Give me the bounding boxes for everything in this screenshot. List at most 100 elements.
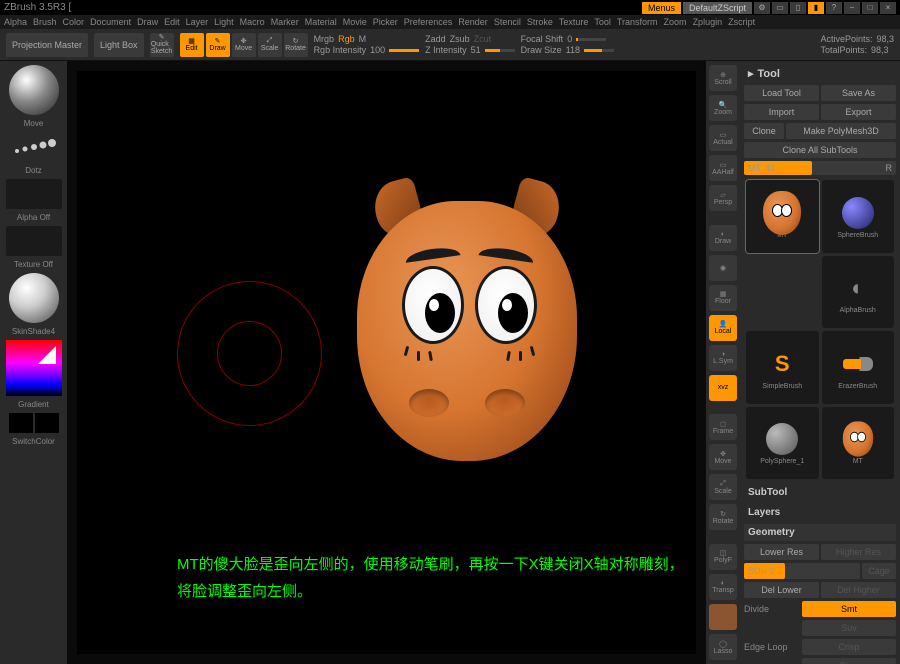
focal-shift-value[interactable]: 0 — [567, 34, 572, 44]
menu-light[interactable]: Light — [214, 17, 234, 27]
close-icon[interactable]: × — [880, 2, 896, 14]
edge-loop-button[interactable]: Edge Loop — [744, 642, 800, 652]
layout-a-icon[interactable]: ▭ — [772, 2, 788, 14]
tool-slider[interactable]: MT. 49 R — [744, 161, 896, 175]
texture-slot[interactable] — [6, 226, 62, 256]
persp-button[interactable]: ▱Persp — [709, 185, 737, 211]
menu-tool[interactable]: Tool — [594, 17, 611, 27]
scale-cam-button[interactable]: ⤢Scale — [709, 474, 737, 500]
zadd-toggle[interactable]: Zadd — [425, 34, 446, 44]
prefs-icon[interactable]: ⚙ — [754, 2, 770, 14]
sdiv-slider[interactable]: SDiv 2 — [744, 563, 860, 579]
scroll-button[interactable]: ⊕Scroll — [709, 65, 737, 91]
menu-zplugin[interactable]: Zplugin — [693, 17, 723, 27]
tool-thumb-spherebrush[interactable]: SphereBrush — [822, 180, 895, 253]
rotate-button[interactable]: ↻Rotate — [284, 33, 308, 57]
model-viewport[interactable] — [337, 161, 597, 461]
menu-edit[interactable]: Edit — [164, 17, 180, 27]
menu-stencil[interactable]: Stencil — [494, 17, 521, 27]
mrgb-toggle[interactable]: Mrgb — [314, 34, 335, 44]
zcut-toggle[interactable]: Zcut — [474, 34, 492, 44]
default-script[interactable]: DefaultZScript — [683, 2, 752, 14]
focal-shift-slider[interactable] — [576, 38, 606, 41]
tool-thum︀b-alphabrush[interactable]: ◐AlphaBrush — [822, 256, 895, 329]
suv-toggle[interactable]: Suv — [802, 620, 896, 636]
subtool-section[interactable]: SubTool — [744, 484, 896, 501]
draw-size-value[interactable]: 118 — [566, 45, 580, 55]
crisp-toggle[interactable]: Crisp — [802, 639, 896, 655]
polyf-button[interactable]: ◫PolyF — [709, 544, 737, 570]
tool-thumb-simplebrush[interactable]: SSimpleBrush — [746, 331, 819, 404]
rotate-cam-button[interactable]: ↻Rotate — [709, 504, 737, 530]
menus-toggle[interactable]: Menus — [642, 2, 681, 14]
tool-panel-header[interactable]: ▸ Tool — [744, 65, 896, 82]
clone-all-subtools-button[interactable]: Clone All SubTools — [744, 142, 896, 158]
export-button[interactable]: Export — [821, 104, 896, 120]
switch-color-button[interactable]: SwitchColor — [12, 437, 55, 446]
scale-button[interactable]: ⤢Scale — [258, 33, 282, 57]
edit-button[interactable]: ▦Edit — [180, 33, 204, 57]
menu-color[interactable]: Color — [63, 17, 85, 27]
menu-draw[interactable]: Draw — [137, 17, 158, 27]
transp-button[interactable]: ◐Transp — [709, 574, 737, 600]
m-toggle[interactable]: M — [359, 34, 367, 44]
floor-button[interactable]: ▦Floor — [709, 285, 737, 311]
higher-res-button[interactable]: Higher Res — [821, 544, 896, 560]
menu-alpha[interactable]: Alpha — [4, 17, 27, 27]
color-swatches[interactable] — [9, 413, 59, 433]
rgb-toggle[interactable]: Rgb — [338, 34, 355, 44]
gradient-label[interactable]: Gradient — [18, 400, 49, 409]
z-intensity-slider[interactable] — [485, 49, 515, 52]
frame-button[interactable]: ◻Frame — [709, 414, 737, 440]
draw-button[interactable]: ✎Draw — [206, 33, 230, 57]
smt-toggle[interactable]: Smt — [802, 601, 896, 617]
menu-texture[interactable]: Texture — [559, 17, 589, 27]
rgb-intensity-value[interactable]: 100 — [370, 45, 385, 55]
menu-zoom[interactable]: Zoom — [664, 17, 687, 27]
menu-picker[interactable]: Picker — [373, 17, 398, 27]
save-as-button[interactable]: Save As — [821, 85, 896, 101]
lightbox-button[interactable]: Light Box — [94, 33, 144, 57]
menu-preferences[interactable]: Preferences — [404, 17, 453, 27]
maximize-icon[interactable]: □ — [862, 2, 878, 14]
menu-stroke[interactable]: Stroke — [527, 17, 553, 27]
tool-thumb-mt2[interactable]: MT — [822, 407, 895, 480]
actual-button[interactable]: ▭Actual — [709, 125, 737, 151]
clone-button[interactable]: Clone — [744, 123, 784, 139]
zoom-button[interactable]: 🔍Zoom — [709, 95, 737, 121]
disp-toggle[interactable]: Disp — [802, 658, 896, 664]
material-side-button[interactable] — [709, 604, 737, 630]
int-button[interactable]: ◉ — [709, 255, 737, 281]
aahalf-button[interactable]: ▭AAHalf — [709, 155, 737, 181]
canvas[interactable]: MT的傻大脸是歪向左侧的，使用移动笔刷，再按一下X键关闭X轴对称雕刻， 将脸调整… — [67, 61, 706, 664]
alpha-slot[interactable] — [6, 179, 62, 209]
menu-layer[interactable]: Layer — [186, 17, 209, 27]
projection-master-button[interactable]: Projection Master — [6, 33, 88, 57]
geometry-section[interactable]: Geometry — [744, 524, 896, 541]
lasso-button[interactable]: ◯Lasso — [709, 634, 737, 660]
minimize-icon[interactable]: − — [844, 2, 860, 14]
draw-size-slider[interactable] — [584, 49, 614, 52]
cage-button[interactable]: Cage — [862, 563, 896, 579]
help-icon[interactable]: ? — [826, 2, 842, 14]
z-intensity-value[interactable]: 51 — [471, 45, 481, 55]
material-preview-sphere[interactable] — [9, 273, 59, 323]
menu-zscript[interactable]: Zscript — [728, 17, 755, 27]
menu-brush[interactable]: Brush — [33, 17, 57, 27]
color-picker[interactable] — [6, 340, 62, 396]
menu-marker[interactable]: Marker — [271, 17, 299, 27]
import-button[interactable]: Import — [744, 104, 819, 120]
tool-thumb-mt[interactable]: MT — [746, 180, 819, 253]
local-button[interactable]: 👤Local — [709, 315, 737, 341]
del-higher-button[interactable]: Del Higher — [821, 582, 896, 598]
menu-movie[interactable]: Movie — [343, 17, 367, 27]
del-lower-button[interactable]: Del Lower — [744, 582, 819, 598]
lower-res-button[interactable]: Lower Res — [744, 544, 819, 560]
make-polymesh-button[interactable]: Make PolyMesh3D — [786, 123, 896, 139]
zsub-toggle[interactable]: Zsub — [450, 34, 470, 44]
tool-thumb-polysphere[interactable]: PolySphere_1 — [746, 407, 819, 480]
move-cam-button[interactable]: ✥Move — [709, 444, 737, 470]
brush-preview-sphere[interactable] — [9, 65, 59, 115]
xyz-button[interactable]: xvz — [709, 375, 737, 401]
menu-macro[interactable]: Macro — [240, 17, 265, 27]
